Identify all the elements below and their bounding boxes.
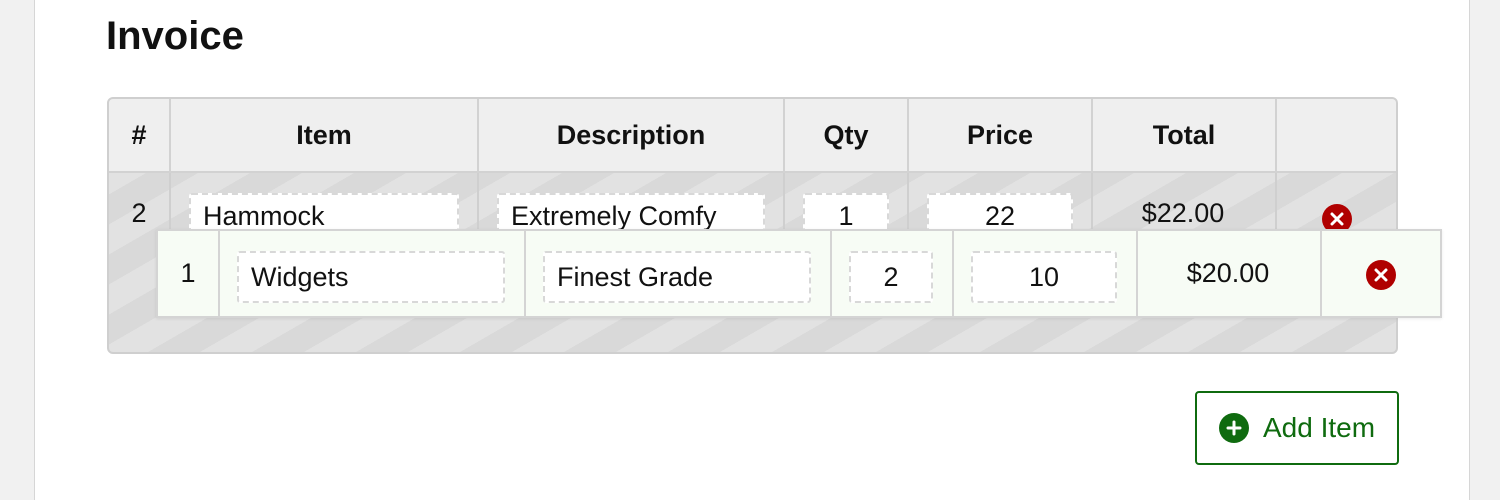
- column-divider: [169, 173, 171, 233]
- column-divider: [1275, 173, 1277, 233]
- column-divider: [1320, 231, 1322, 316]
- price-input[interactable]: 10: [971, 251, 1117, 303]
- remove-row-button[interactable]: [1366, 260, 1396, 290]
- page-title: Invoice: [106, 14, 244, 58]
- close-circle-icon: [1330, 212, 1344, 226]
- column-header-qty: Qty: [785, 99, 909, 171]
- dragged-table-row[interactable]: 1 Widgets Finest Grade 2 10 $20.00: [156, 229, 1442, 318]
- add-item-label: Add Item: [1262, 412, 1376, 443]
- column-header-price: Price: [909, 99, 1093, 171]
- row-number: 1: [180, 258, 196, 288]
- row-total: $20.00: [1186, 258, 1270, 288]
- column-divider: [783, 173, 785, 233]
- column-divider: [477, 173, 479, 233]
- plus-circle-icon: [1218, 413, 1249, 443]
- column-header-total: Total: [1093, 99, 1277, 171]
- column-header-number: #: [109, 99, 171, 171]
- table-row: 2 Hammock Extremely Comfy 1 22 $22.00: [109, 173, 1396, 239]
- item-input[interactable]: Widgets: [237, 251, 505, 303]
- qty-input[interactable]: 2: [849, 251, 933, 303]
- column-divider: [830, 231, 832, 316]
- column-divider: [907, 173, 909, 233]
- column-header-item: Item: [171, 99, 479, 171]
- column-divider: [952, 231, 954, 316]
- description-input[interactable]: Finest Grade: [543, 251, 811, 303]
- column-divider: [524, 231, 526, 316]
- column-header-description: Description: [479, 99, 785, 171]
- table-header: # Item Description Qty Price Total: [109, 99, 1396, 173]
- close-circle-icon: [1374, 268, 1388, 282]
- add-item-button[interactable]: Add Item: [1195, 391, 1399, 465]
- column-divider: [218, 231, 220, 316]
- column-header-actions: [1277, 99, 1396, 171]
